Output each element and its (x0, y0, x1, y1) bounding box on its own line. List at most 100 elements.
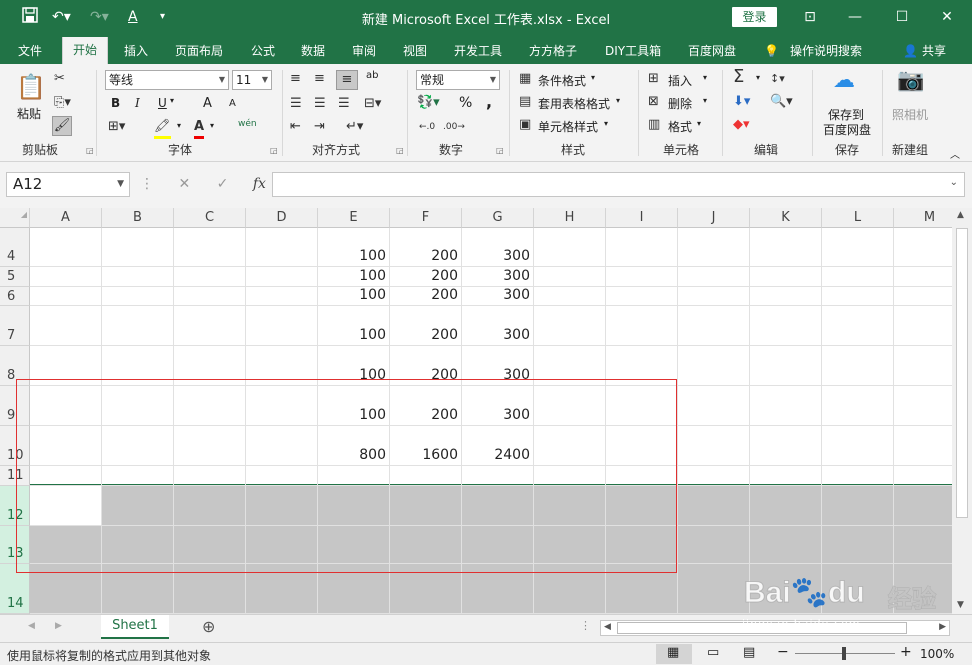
scroll-thumb[interactable] (956, 228, 968, 518)
baidu-pan-label[interactable]: 百度网盘 (823, 121, 871, 138)
spreadsheet-grid[interactable]: ◢ ABCDEFGHIJKLM 4 5 6 7 8 9 10 11 12 13 14 100 200 3… (0, 208, 952, 614)
phonetic-guide-icon[interactable]: wén (238, 119, 257, 129)
column-header-j[interactable]: J (678, 208, 750, 228)
delete-cells-icon[interactable]: ⊠ (648, 93, 659, 111)
clear-icon[interactable]: ◆▾ (733, 116, 750, 134)
find-select-icon[interactable]: 🔍▾ (770, 93, 793, 111)
row-header-4[interactable]: 4 (0, 228, 30, 267)
zoom-out-icon[interactable]: − (777, 644, 789, 660)
undo-icon[interactable]: ↶▾ (52, 7, 71, 27)
formula-input[interactable]: ⌄ (272, 172, 965, 197)
conditional-format-button[interactable]: 条件格式 (538, 72, 586, 89)
autosum-icon[interactable]: Σ (733, 68, 744, 86)
font-color-button-icon[interactable]: A (194, 118, 205, 139)
tab-insert[interactable]: 插入 (124, 41, 148, 61)
format-as-table-button[interactable]: 套用表格格式 (538, 95, 610, 112)
cell-f7[interactable]: 200 (390, 327, 458, 343)
column-header-i[interactable]: I (606, 208, 678, 228)
percent-button[interactable]: % (459, 95, 472, 111)
decrease-indent-icon[interactable]: ⇤ (290, 118, 301, 136)
cell-styles-dropdown-icon[interactable]: ▾ (604, 119, 608, 128)
column-header-k[interactable]: K (750, 208, 822, 228)
scroll-up-icon[interactable]: ▲ (957, 210, 964, 220)
bold-button[interactable]: B (111, 96, 120, 110)
redo-icon[interactable]: ↷▾ (90, 7, 109, 27)
shrink-font-button[interactable]: A (229, 98, 236, 109)
comma-button[interactable]: , (486, 92, 492, 111)
camera-icon[interactable]: 📷 (897, 70, 924, 92)
accounting-format-icon[interactable]: 💱▾ (417, 94, 440, 112)
column-header-g[interactable]: G (462, 208, 534, 228)
zoom-level[interactable]: 100% (920, 647, 954, 661)
camera-button[interactable]: 照相机 (892, 106, 928, 123)
border-icon[interactable]: ⊞▾ (108, 118, 125, 136)
scroll-down-icon[interactable]: ▼ (957, 600, 964, 610)
autosum-dropdown-icon[interactable]: ▾ (756, 73, 760, 82)
tab-fangfang[interactable]: 方方格子 (529, 41, 577, 61)
select-all-corner[interactable]: ◢ (0, 208, 30, 228)
page-layout-view-icon[interactable]: ▭ (707, 645, 719, 660)
align-center-icon[interactable]: ☰ (314, 95, 326, 113)
cell-g6[interactable]: 300 (462, 287, 530, 303)
conditional-format-dropdown-icon[interactable]: ▾ (591, 73, 595, 82)
zoom-slider-thumb[interactable] (842, 647, 846, 660)
format-cells-dropdown-icon[interactable]: ▾ (697, 119, 701, 128)
insert-cells-dropdown-icon[interactable]: ▾ (703, 73, 707, 82)
cell-f4[interactable]: 200 (390, 248, 458, 264)
paste-icon[interactable]: 📋 (16, 72, 46, 102)
cell-g7[interactable]: 300 (462, 327, 530, 343)
number-format-select[interactable]: 常规 ▼ (416, 70, 500, 90)
font-launcher-icon[interactable]: ◲ (270, 146, 278, 155)
scroll-right-icon[interactable]: ▶ (939, 622, 946, 632)
format-painter-icon[interactable]: 🖌 (52, 116, 72, 136)
column-header-e[interactable]: E (318, 208, 390, 228)
collapse-ribbon-icon[interactable]: ︿ (950, 146, 960, 161)
tell-me-search[interactable]: 操作说明搜索 (790, 41, 862, 61)
column-header-m[interactable]: M (894, 208, 952, 228)
cell-f6[interactable]: 200 (390, 287, 458, 303)
column-header-h[interactable]: H (534, 208, 606, 228)
tab-data[interactable]: 数据 (301, 41, 325, 61)
cell-styles-icon[interactable]: ▣ (519, 116, 531, 134)
align-middle-icon[interactable]: ≡ (314, 70, 325, 88)
enter-icon[interactable]: ✓ (217, 176, 229, 192)
insert-cells-icon[interactable]: ⊞ (648, 70, 659, 88)
column-header-f[interactable]: F (390, 208, 462, 228)
normal-view-icon[interactable]: ▦ (656, 644, 692, 664)
zoom-in-icon[interactable]: + (900, 644, 912, 660)
orientation-icon[interactable]: ab (366, 70, 378, 81)
font-color-dropdown-icon[interactable]: ▾ (210, 121, 214, 130)
cell-e5[interactable]: 100 (318, 268, 386, 284)
tab-view[interactable]: 视图 (403, 41, 427, 61)
save-icon[interactable] (22, 7, 38, 27)
tab-diy[interactable]: DIY工具箱 (605, 41, 661, 61)
baidu-pan-icon[interactable]: ☁ (833, 70, 855, 92)
insert-cells-button[interactable]: 插入 (668, 72, 692, 89)
ribbon-display-icon[interactable]: ⊡ (795, 7, 825, 27)
cell-g4[interactable]: 300 (462, 248, 530, 264)
format-cells-button[interactable]: 格式 (668, 118, 692, 135)
column-header-l[interactable]: L (822, 208, 894, 228)
alignment-launcher-icon[interactable]: ◲ (396, 146, 404, 155)
cell-e6[interactable]: 100 (318, 287, 386, 303)
column-header-a[interactable]: A (30, 208, 102, 228)
align-left-icon[interactable]: ☰ (290, 95, 302, 113)
page-break-view-icon[interactable]: ▤ (743, 645, 755, 660)
font-size-select[interactable]: 11 ▼ (232, 70, 272, 90)
align-bottom-icon[interactable]: ≡ (336, 70, 358, 90)
tab-review[interactable]: 审阅 (352, 41, 376, 61)
italic-button[interactable]: I (135, 96, 140, 110)
splitter-icon[interactable]: ⋮ (580, 619, 591, 632)
font-color-icon[interactable]: A (128, 7, 138, 27)
cell-e7[interactable]: 100 (318, 327, 386, 343)
align-top-icon[interactable]: ≡ (290, 70, 301, 88)
close-icon[interactable]: ✕ (932, 7, 962, 27)
font-name-select[interactable]: 等线 ▼ (105, 70, 229, 90)
column-header-c[interactable]: C (174, 208, 246, 228)
cell-e4[interactable]: 100 (318, 248, 386, 264)
conditional-format-icon[interactable]: ▦ (519, 70, 531, 88)
name-box[interactable]: A12 ▼ (6, 172, 130, 197)
row-header-6[interactable]: 6 (0, 287, 30, 306)
tab-baidu-pan[interactable]: 百度网盘 (688, 41, 736, 61)
fill-icon[interactable]: ⬇▾ (733, 93, 750, 111)
